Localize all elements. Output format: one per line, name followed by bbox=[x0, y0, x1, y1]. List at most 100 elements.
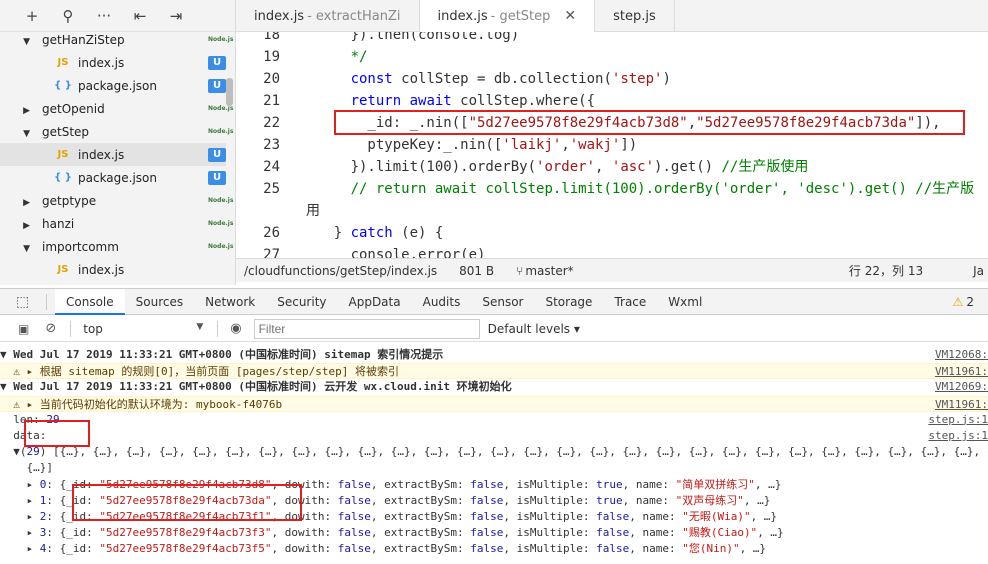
code-editor[interactable]: 18 }).then(console.log) 19 */20 const col… bbox=[236, 32, 988, 258]
tree-item-label: package.json bbox=[78, 78, 158, 93]
tree-item-package-json[interactable]: { } package.json U bbox=[0, 74, 226, 97]
console-message: {…}] bbox=[0, 461, 53, 475]
code-text: } catch (e) { bbox=[300, 225, 444, 241]
log-levels-select[interactable]: Default levels ▾ bbox=[488, 322, 580, 336]
tree-item-package-json[interactable]: { } package.json U bbox=[0, 166, 226, 189]
line-number: 27 bbox=[263, 247, 280, 258]
chevron-down-icon[interactable]: ▼ bbox=[23, 129, 30, 139]
devtools-tabs: ⬚ Console Sources Network Security AppDa… bbox=[0, 288, 988, 315]
code-line[interactable]: 20 const collStep = db.collection('step'… bbox=[236, 68, 671, 90]
chevron-down-icon[interactable]: ▼ bbox=[23, 244, 30, 254]
source-link[interactable]: VM12069: bbox=[931, 379, 988, 395]
tab-security[interactable]: Security bbox=[266, 289, 337, 315]
collapse-icon[interactable]: ⇤ bbox=[122, 4, 158, 28]
more-icon[interactable]: ··· bbox=[86, 4, 122, 28]
code-line[interactable]: 用 bbox=[236, 200, 320, 222]
js-file-icon: JS bbox=[57, 149, 69, 160]
tab-network[interactable]: Network bbox=[194, 289, 266, 315]
tab-index-extracthanzi[interactable]: index.js - extractHanZi bbox=[236, 0, 420, 32]
code-line[interactable]: 25 // return await collStep.limit(100).o… bbox=[236, 178, 974, 200]
add-icon[interactable]: + bbox=[14, 4, 50, 28]
eye-icon[interactable]: ◉ bbox=[230, 321, 241, 336]
split-icon[interactable]: ⇥ bbox=[158, 4, 194, 28]
tree-item-getstep[interactable]: ▼ getStep Node.js bbox=[0, 120, 233, 143]
tab-sources[interactable]: Sources bbox=[125, 289, 194, 315]
tree-item-index-js[interactable]: JS index.js bbox=[0, 258, 226, 281]
console-group-row[interactable]: ▼ Wed Jul 17 2019 11:33:21 GMT+0800 (中国标… bbox=[0, 379, 988, 395]
console-log-row[interactable]: ▼(29) [{…}, {…}, {…}, {…}, {…}, {…}, {…}… bbox=[0, 444, 988, 460]
close-icon[interactable]: ✕ bbox=[564, 8, 576, 24]
code-line[interactable]: 24 }).limit(100).orderBy('order', 'asc')… bbox=[236, 156, 808, 178]
nodejs-badge: Node.js bbox=[208, 35, 234, 43]
branch-icon: ⑂ bbox=[516, 263, 524, 278]
chevron-right-icon[interactable]: ▶ bbox=[23, 221, 30, 231]
code-line[interactable]: 23 ptypeKey:_.nin(['laikj','wakj']) bbox=[236, 134, 637, 156]
code-line[interactable]: 21 return await collStep.where({ bbox=[236, 90, 595, 112]
warning-count[interactable]: 2 bbox=[966, 295, 974, 309]
code-text: return await collStep.where({ bbox=[350, 93, 596, 109]
tree-item-getopenid[interactable]: ▶ getOpenid Node.js bbox=[0, 97, 233, 120]
nodejs-badge: Node.js bbox=[208, 219, 234, 227]
console-log-row[interactable]: len: 29 step.js:1 bbox=[0, 412, 988, 428]
console-obj-row[interactable]: ▸ 3: {_id: "5d27ee9578f8e29f4acb73f3", d… bbox=[0, 525, 988, 541]
line-number: 19 bbox=[263, 49, 280, 65]
untracked-badge: U bbox=[208, 170, 226, 185]
console-warn-row[interactable]: ⚠ ▸ 根据 sitemap 的规则[0]，当前页面 [pages/step/s… bbox=[0, 363, 988, 380]
inspect-icon[interactable]: ⬚ bbox=[16, 294, 38, 310]
source-link[interactable]: VM11961: bbox=[931, 396, 988, 411]
console-filter-input[interactable] bbox=[253, 318, 480, 339]
clear-console-icon[interactable]: ⊘ bbox=[45, 321, 56, 336]
tree-item-index-js[interactable]: JS index.js U bbox=[0, 143, 226, 166]
explorer-scrollbar[interactable] bbox=[226, 78, 233, 106]
highlight-box-id-filter bbox=[334, 110, 965, 135]
chevron-down-icon[interactable]: ▼ bbox=[23, 37, 30, 47]
source-link[interactable]: step.js:1 bbox=[924, 428, 988, 444]
source-link[interactable]: step.js:1 bbox=[924, 412, 988, 428]
console-log-row[interactable]: {…}] bbox=[0, 460, 988, 476]
source-link[interactable]: VM11961: bbox=[931, 364, 988, 379]
tree-item-index-js[interactable]: JS index.js U bbox=[0, 51, 226, 74]
source-link[interactable]: VM12068: bbox=[931, 347, 988, 363]
nodejs-badge: Node.js bbox=[208, 196, 234, 204]
console-log-row[interactable]: data: step.js:1 bbox=[0, 428, 988, 444]
line-number: 18 bbox=[263, 32, 280, 43]
cursor-position[interactable]: 行 22，列 13 bbox=[849, 262, 923, 279]
tab-appdata[interactable]: AppData bbox=[338, 289, 412, 315]
chevron-right-icon[interactable]: ▶ bbox=[23, 198, 30, 208]
tab-index-getstep[interactable]: index.js - getStep ✕ bbox=[419, 0, 596, 32]
tab-trace[interactable]: Trace bbox=[603, 289, 657, 315]
console-message: ▼ Wed Jul 17 2019 11:33:21 GMT+0800 (中国标… bbox=[0, 380, 512, 394]
console-warn-row[interactable]: ⚠ ▸ 当前代码初始化的默认环境为: mybook-f4076b VM11961: bbox=[0, 395, 988, 412]
search-icon[interactable]: ⚲ bbox=[50, 4, 86, 28]
chevron-right-icon[interactable]: ▶ bbox=[23, 106, 30, 116]
tab-wxml[interactable]: Wxml bbox=[657, 289, 713, 315]
console-group-row[interactable]: ▼ Wed Jul 17 2019 11:33:21 GMT+0800 (中国标… bbox=[0, 347, 988, 363]
warning-icon: ⚠ bbox=[952, 294, 964, 309]
code-line[interactable]: 27 console.error(e) bbox=[236, 244, 485, 258]
tab-audits[interactable]: Audits bbox=[412, 289, 472, 315]
tab-step-js[interactable]: step.js bbox=[595, 0, 675, 32]
tree-item-hanzi[interactable]: ▶ hanzi Node.js bbox=[0, 212, 234, 235]
tree-item-gethanzistep[interactable]: ▼ getHanZiStep Node.js bbox=[0, 28, 234, 51]
code-line[interactable]: 18 }).then(console.log) bbox=[236, 32, 519, 46]
context-select[interactable]: top ▼ bbox=[83, 322, 203, 336]
code-line[interactable]: 19 */ bbox=[236, 46, 367, 68]
tab-console[interactable]: Console bbox=[55, 288, 125, 315]
tree-item-importcomm[interactable]: ▼ importcomm Node.js bbox=[0, 235, 233, 258]
tab-storage[interactable]: Storage bbox=[534, 289, 603, 315]
tab-label: step.js bbox=[613, 8, 656, 24]
tree-item-getptype[interactable]: ▶ getptype Node.js bbox=[0, 189, 234, 212]
code-line[interactable]: 26 } catch (e) { bbox=[236, 222, 443, 244]
tree-item-label: importcomm bbox=[42, 239, 119, 254]
indent: ▶ bbox=[0, 194, 30, 208]
tree-item-label: getptype bbox=[42, 193, 97, 208]
language-mode[interactable]: Ja bbox=[973, 264, 984, 278]
sidebar-toggle-icon[interactable]: ▣ bbox=[18, 322, 29, 336]
highlight-box-first-ids bbox=[72, 484, 302, 521]
tab-sensor[interactable]: Sensor bbox=[471, 289, 534, 315]
js-file-icon: JS bbox=[57, 264, 69, 275]
line-number: 25 bbox=[263, 181, 280, 197]
git-branch[interactable]: master* bbox=[525, 264, 573, 278]
console-obj-row[interactable]: ▸ 4: {_id: "5d27ee9578f8e29f4acb73f5", d… bbox=[0, 541, 988, 557]
console-message: ⚠ ▸ 根据 sitemap 的规则[0]，当前页面 [pages/step/s… bbox=[0, 365, 400, 379]
